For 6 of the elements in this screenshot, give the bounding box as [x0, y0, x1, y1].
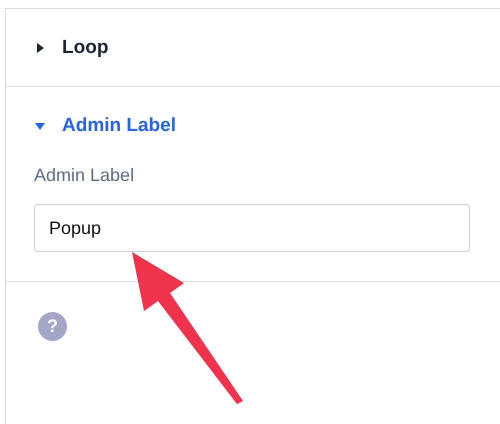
section-header[interactable]: Loop: [6, 9, 500, 86]
caret-down-icon: [34, 120, 46, 132]
section-header[interactable]: Admin Label: [6, 95, 500, 157]
input-field[interactable]: Popup: [34, 204, 470, 252]
caret-right-icon: [34, 42, 46, 54]
field-label: Admin Label: [34, 165, 136, 186]
